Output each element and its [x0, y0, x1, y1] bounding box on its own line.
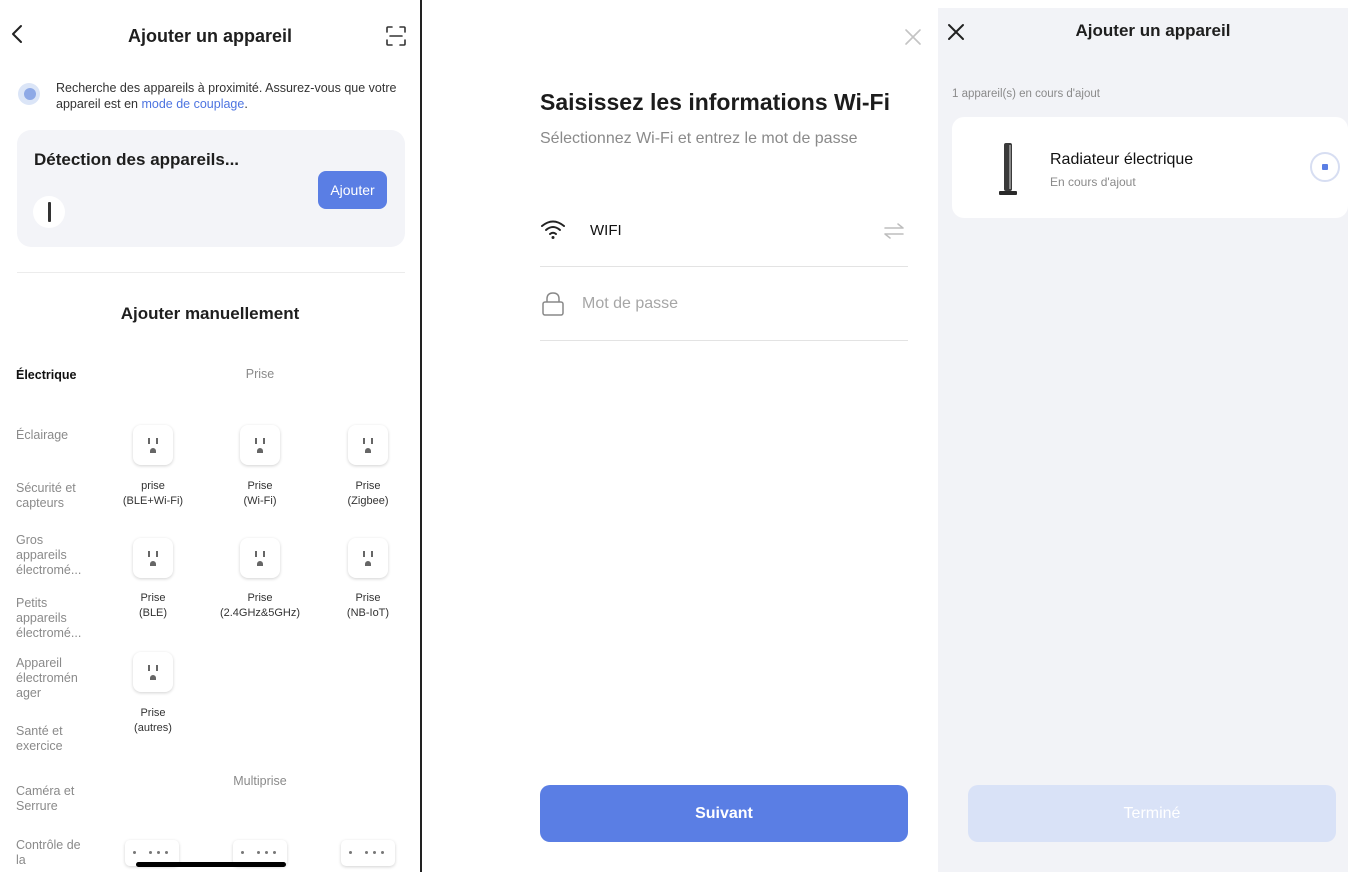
product-label: Prise (2.4GHz&5GHz)	[205, 591, 315, 621]
next-button[interactable]: Suivant	[540, 785, 908, 842]
info-end: .	[244, 97, 248, 111]
search-status-icon	[18, 83, 40, 105]
product-name: Prise	[355, 592, 381, 604]
socket-icon[interactable]	[133, 652, 173, 692]
product-variant: (Wi-Fi)	[243, 495, 277, 507]
category-petits-appareils[interactable]: Petits appareils électromé...	[16, 596, 88, 641]
product-label: prise (BLE+Wi-Fi)	[98, 479, 208, 509]
socket-icon[interactable]	[348, 425, 388, 465]
product-variant: (Zigbee)	[347, 495, 389, 507]
section-multiprise-label: Multiprise	[233, 774, 287, 788]
product-name: Prise	[355, 480, 381, 492]
password-field[interactable]	[582, 292, 882, 316]
product-label: Prise (Wi-Fi)	[205, 479, 315, 509]
radiator-icon	[999, 143, 1017, 195]
lock-icon	[542, 292, 564, 316]
category-appareil-electromenager[interactable]: Appareil électromén ager	[16, 656, 78, 701]
add-button[interactable]: Ajouter	[318, 171, 387, 209]
category-controle[interactable]: Contrôle de la	[16, 838, 88, 868]
socket-icon[interactable]	[133, 425, 173, 465]
product-variant: (BLE)	[138, 607, 168, 619]
product-label: Prise (BLE)	[98, 591, 208, 621]
category-electrique[interactable]: Électrique	[16, 368, 106, 383]
product-variant: (NB-IoT)	[346, 607, 390, 619]
product-name: Prise	[247, 480, 273, 492]
socket-icon[interactable]	[240, 538, 280, 578]
add-device-panel: Ajouter un appareil Recherche des appare…	[0, 0, 420, 872]
switch-network-icon[interactable]	[882, 222, 906, 240]
loading-spinner-icon	[1310, 152, 1340, 182]
wifi-icon	[541, 220, 565, 239]
socket-icon[interactable]	[133, 538, 173, 578]
product-name: Prise	[247, 592, 273, 604]
scan-icon[interactable]	[384, 24, 408, 48]
wifi-panel: Saisissez les informations Wi-Fi Sélecti…	[422, 0, 938, 872]
detection-card: Détection des appareils... Ajouter	[17, 130, 405, 247]
category-securite[interactable]: Sécurité et capteurs	[16, 481, 88, 511]
power-strip-icon[interactable]	[341, 840, 395, 866]
wifi-subtitle: Sélectionnez Wi-Fi et entrez le mot de p…	[540, 130, 858, 147]
product-variant: (autres)	[134, 722, 172, 734]
wifi-title: Saisissez les informations Wi-Fi	[540, 89, 890, 115]
product-name: prise	[141, 480, 165, 492]
close-icon[interactable]	[902, 26, 924, 48]
device-card[interactable]: Radiateur électrique En cours d'ajout	[952, 117, 1348, 218]
product-name: Prise	[140, 707, 166, 719]
search-info-text: Recherche des appareils à proximité. Ass…	[56, 80, 406, 112]
radiator-thumbnail-icon[interactable]	[33, 196, 65, 228]
page-title: Ajouter un appareil	[127, 26, 293, 46]
adding-count: 1 appareil(s) en cours d'ajout	[952, 88, 1100, 100]
product-label: Prise (NB-IoT)	[313, 591, 420, 621]
divider	[540, 266, 908, 267]
device-name: Radiateur électrique	[1050, 151, 1194, 168]
manual-add-title: Ajouter manuellement	[120, 304, 300, 323]
category-camera[interactable]: Caméra et Serrure	[16, 784, 88, 814]
page-title: Ajouter un appareil	[1075, 21, 1231, 40]
product-variant: (BLE+Wi-Fi)	[122, 495, 184, 507]
adding-panel: Ajouter un appareil 1 appareil(s) en cou…	[938, 8, 1348, 872]
category-sante[interactable]: Santé et exercice	[16, 724, 88, 754]
product-variant: (2.4GHz&5GHz)	[219, 607, 301, 619]
product-label: Prise (Zigbee)	[313, 479, 420, 509]
divider	[17, 272, 405, 273]
done-button: Terminé	[968, 785, 1336, 842]
pairing-mode-link[interactable]: mode de couplage	[141, 97, 244, 111]
socket-icon[interactable]	[240, 425, 280, 465]
home-indicator[interactable]	[136, 862, 286, 867]
device-status: En cours d'ajout	[1050, 175, 1136, 189]
socket-icon[interactable]	[348, 538, 388, 578]
wifi-network-name[interactable]: WIFI	[590, 222, 622, 239]
product-name: Prise	[140, 592, 166, 604]
category-gros-appareils[interactable]: Gros appareils électromé...	[16, 533, 88, 578]
section-prise-label: Prise	[245, 367, 275, 381]
divider	[540, 340, 908, 341]
product-label: Prise (autres)	[98, 706, 208, 736]
category-eclairage[interactable]: Éclairage	[16, 428, 106, 443]
detection-title: Détection des appareils...	[34, 150, 240, 169]
